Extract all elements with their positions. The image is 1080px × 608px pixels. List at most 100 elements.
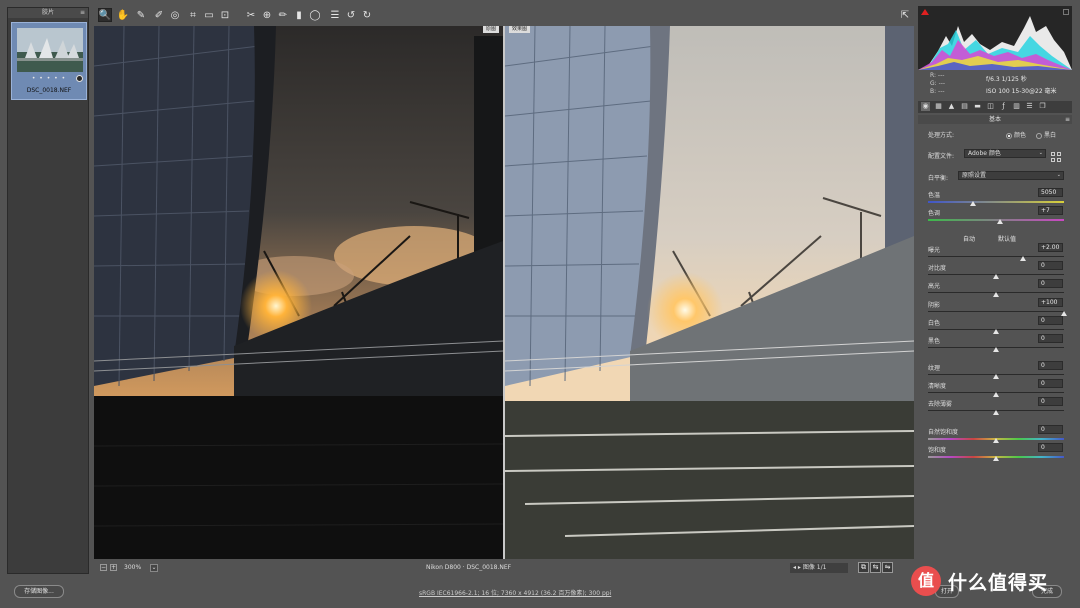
presets-tab-icon[interactable]: ☰ (1025, 102, 1034, 111)
zoom-out-button[interactable]: − (100, 564, 107, 571)
exposure-slider[interactable] (928, 256, 1064, 257)
b-value: B: --- (930, 88, 945, 95)
thumbnail-rating[interactable]: • • • • • (12, 75, 86, 82)
save-image-button[interactable]: 存储图像... (14, 585, 64, 598)
saturation-slider-handle[interactable] (993, 456, 999, 461)
shadows-slider[interactable] (928, 311, 1064, 312)
split-toning-tab-icon[interactable]: ▬ (973, 102, 982, 111)
filmstrip-thumbnail[interactable]: • • • • • DSC_0018.NEF (11, 22, 87, 100)
chevron-down-icon: ⌄ (1038, 150, 1043, 156)
before-preview[interactable]: 原图 (94, 26, 503, 559)
hsl-tab-icon[interactable]: ▤ (960, 102, 969, 111)
temperature-slider[interactable] (928, 201, 1064, 203)
view-mode-buttons: ⧉ ⇆ ⇋ (858, 562, 894, 574)
saturation-value-input[interactable]: 0 (1038, 443, 1063, 452)
tone-curve-tab-icon[interactable]: ▦ (934, 102, 943, 111)
default-button[interactable]: 默认值 (998, 234, 1016, 243)
highlight-clipping-warning-icon[interactable] (1063, 9, 1069, 15)
clarity-value-input[interactable]: 0 (1038, 379, 1063, 388)
zoom-in-button[interactable]: + (110, 564, 117, 571)
contrast-slider-handle[interactable] (993, 274, 999, 279)
lens-corrections-tab-icon[interactable]: ◫ (986, 102, 995, 111)
vibrance-slider-handle[interactable] (993, 438, 999, 443)
fullscreen-icon[interactable]: ⇱ (898, 8, 912, 22)
treatment-row: 处理方式: (928, 130, 954, 139)
exposure-slider-handle[interactable] (1020, 256, 1027, 261)
whites-value-input[interactable]: 0 (1038, 316, 1063, 325)
workflow-options-link[interactable]: sRGB IEC61966-2.1; 16 位; 7360 x 4912 (36… (419, 588, 611, 597)
whites-slider-handle[interactable] (993, 329, 999, 334)
radial-filter-icon[interactable]: ◯ (308, 8, 322, 22)
section-title: 基本 ≡ (918, 115, 1072, 124)
profile-select[interactable]: Adobe 颜色 ⌄ (964, 149, 1046, 158)
g-value: G: --- (930, 80, 946, 87)
tint-label: 色调 (928, 210, 941, 217)
copy-settings-button[interactable]: ⇋ (882, 562, 893, 573)
contrast-label: 对比度 (928, 265, 947, 272)
radio-unselected-icon[interactable] (1036, 132, 1042, 139)
shadow-clipping-warning-icon[interactable] (921, 9, 929, 15)
image-navigation[interactable]: ◂ ▸ 图像 1/1 (790, 563, 848, 573)
basic-tab-icon[interactable]: ◉ (921, 102, 930, 111)
after-preview[interactable]: 效果图 (505, 26, 914, 559)
exposure-value-input[interactable]: +2.00 (1038, 243, 1063, 252)
snapshots-tab-icon[interactable]: ❐ (1038, 102, 1047, 111)
exposure-info: f/6.3 1/125 秒 ISO 100 15-30@22 毫米 (986, 74, 1057, 98)
treatment-color-option[interactable]: 颜色 (1006, 130, 1026, 139)
tint-slider-handle[interactable] (997, 219, 1004, 224)
tint-value-input[interactable]: +7 (1038, 206, 1063, 215)
watermark: 值 什么值得买 (911, 565, 1061, 597)
tint-slider[interactable] (928, 219, 1064, 221)
radio-selected-icon[interactable] (1006, 132, 1012, 139)
white-balance-select[interactable]: 原照设置 ⌄ (958, 171, 1064, 180)
texture-slider-handle[interactable] (993, 374, 999, 379)
graduated-filter-icon[interactable]: ▮ (292, 8, 306, 22)
histogram (918, 6, 1072, 70)
dehaze-slider-handle[interactable] (993, 410, 999, 415)
wb-label: 白平衡: (928, 175, 949, 182)
before-after-view-button[interactable]: ⧉ (858, 562, 869, 573)
filmstrip-title: 胶片 ≡ (8, 8, 88, 18)
highlights-value-input[interactable]: 0 (1038, 279, 1063, 288)
hand-tool-icon[interactable]: ✋ (116, 8, 130, 22)
temperature-value-input[interactable]: 5050 (1038, 188, 1063, 197)
vibrance-value-input[interactable]: 0 (1038, 425, 1063, 434)
dehaze-value-input[interactable]: 0 (1038, 397, 1063, 406)
profile-label: 配置文件: (928, 153, 955, 160)
rotate-right-icon[interactable]: ↻ (360, 8, 374, 22)
preferences-icon[interactable]: ☰ (328, 8, 342, 22)
zoom-tool-icon[interactable]: 🔍 (98, 8, 112, 22)
crop-tool-icon[interactable]: ⌗ (186, 8, 200, 22)
watermark-text: 什么值得买 (948, 571, 1049, 594)
clarity-slider-handle[interactable] (993, 392, 999, 397)
blacks-value-input[interactable]: 0 (1038, 334, 1063, 343)
calibration-tab-icon[interactable]: ▥ (1012, 102, 1021, 111)
blacks-slider-handle[interactable] (993, 347, 999, 352)
straighten-tool-icon[interactable]: ▭ (202, 8, 216, 22)
texture-value-input[interactable]: 0 (1038, 361, 1063, 370)
image-preview[interactable]: 原图 效果图 (94, 26, 914, 559)
highlights-slider-handle[interactable] (993, 292, 999, 297)
rotate-left-icon[interactable]: ↺ (344, 8, 358, 22)
temperature-slider-handle[interactable] (969, 201, 976, 206)
zoom-level-select[interactable]: 300% ⌄ (124, 563, 158, 573)
section-menu-icon[interactable]: ≡ (1065, 115, 1070, 124)
red-eye-tool-icon[interactable]: ⊕ (260, 8, 274, 22)
adjustment-brush-icon[interactable]: ✏ (276, 8, 290, 22)
iso-focal-length: ISO 100 15-30@22 毫米 (986, 88, 1057, 95)
filmstrip-menu-icon[interactable]: ≡ (80, 8, 85, 18)
contrast-value-input[interactable]: 0 (1038, 261, 1063, 270)
treatment-bw-option[interactable]: 黑白 (1036, 130, 1056, 139)
shadows-label: 阴影 (928, 302, 941, 309)
transform-tool-icon[interactable]: ⊡ (218, 8, 232, 22)
swap-before-after-button[interactable]: ⇆ (870, 562, 881, 573)
white-balance-tool-icon[interactable]: ✎ (134, 8, 148, 22)
color-sampler-tool-icon[interactable]: ✐ (152, 8, 166, 22)
profile-browser-icon[interactable] (1051, 152, 1062, 163)
shadows-value-input[interactable]: +100 (1038, 298, 1063, 307)
spot-removal-tool-icon[interactable]: ✂ (244, 8, 258, 22)
targeted-adjustment-tool-icon[interactable]: ◎ (168, 8, 182, 22)
detail-tab-icon[interactable]: ▲ (947, 102, 956, 111)
auto-button[interactable]: 自动 (963, 234, 975, 243)
effects-tab-icon[interactable]: ƒ (999, 102, 1008, 111)
